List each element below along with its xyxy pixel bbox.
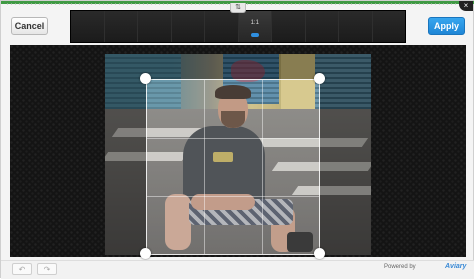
- brand-logo[interactable]: Aviary: [445, 263, 466, 270]
- crop-grid-line: [204, 80, 206, 254]
- crop-handle-bottom-left[interactable]: [140, 248, 151, 259]
- crop-mask-left: [105, 54, 146, 255]
- redo-icon[interactable]: ↷: [37, 263, 57, 275]
- crop-handle-bottom-right[interactable]: [314, 248, 325, 259]
- powered-by-label: Powered by: [384, 264, 416, 270]
- photo-editor-dialog: Cancel Apply × 1:1 ⇅ ↶ ↷ Powered by Avia…: [0, 0, 474, 279]
- crop-grid-line: [261, 80, 263, 254]
- crop-selection[interactable]: [146, 79, 320, 255]
- crop-handle-top-left[interactable]: [140, 73, 151, 84]
- crop-preset-slot[interactable]: [372, 11, 405, 42]
- crop-preset-square[interactable]: 1:1: [238, 11, 272, 42]
- selected-indicator: [250, 33, 259, 37]
- crop-preset-slot[interactable]: [71, 11, 105, 42]
- crop-preset-slot[interactable]: [305, 11, 339, 42]
- aspect-ratio-label: 1:1: [250, 20, 259, 26]
- crop-grid-line: [147, 137, 319, 139]
- crop-preset-slot[interactable]: [339, 11, 373, 42]
- close-icon[interactable]: ×: [459, 1, 473, 11]
- crop-mask-right: [320, 54, 371, 255]
- crop-preset-slot[interactable]: [171, 11, 205, 42]
- photo-image: [105, 54, 371, 255]
- cancel-button[interactable]: Cancel: [11, 17, 48, 35]
- crop-handle-top-right[interactable]: [314, 73, 325, 84]
- undo-icon[interactable]: ↶: [12, 263, 32, 275]
- crop-tool-icon[interactable]: ⇅: [230, 3, 246, 13]
- crop-preset-strip: 1:1: [70, 10, 406, 43]
- crop-mask-top: [146, 54, 320, 79]
- crop-grid-line: [147, 195, 319, 197]
- crop-preset-slot[interactable]: [205, 11, 239, 42]
- apply-button[interactable]: Apply: [428, 17, 465, 35]
- crop-preset-slot[interactable]: [272, 11, 306, 42]
- crop-preset-slot[interactable]: [104, 11, 138, 42]
- crop-preset-slot[interactable]: [138, 11, 172, 42]
